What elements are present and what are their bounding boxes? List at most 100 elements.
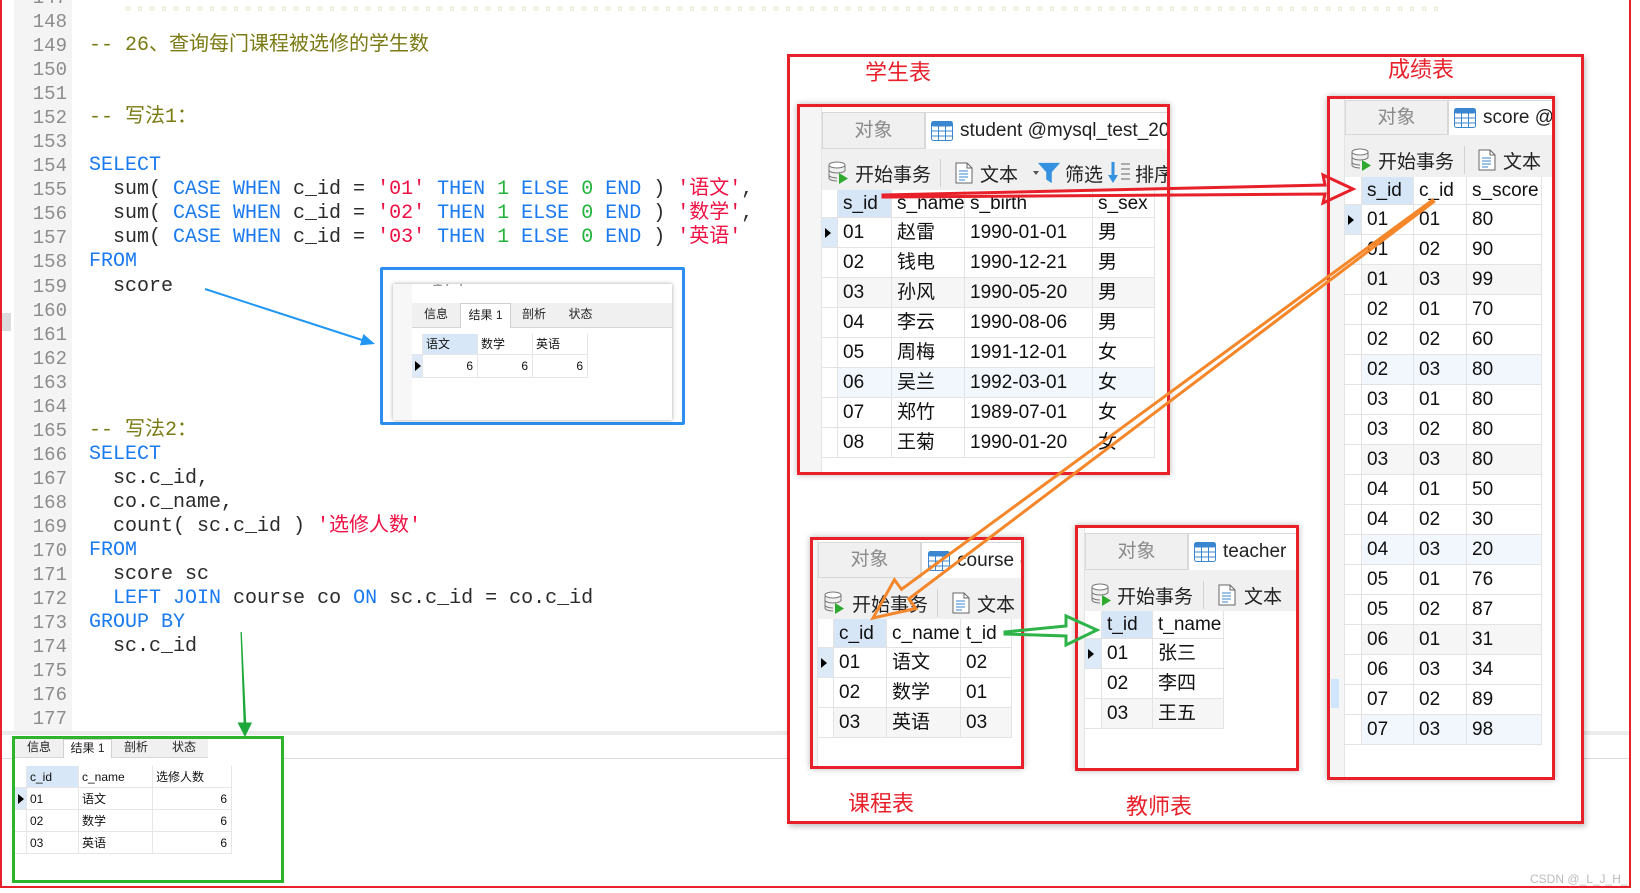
grid-cell[interactable]: 女	[1093, 368, 1155, 398]
text-view-button[interactable]: 文本	[952, 590, 1021, 616]
grid-cell[interactable]: 女	[1093, 428, 1155, 458]
grid-cell[interactable]: 语文	[887, 648, 961, 678]
grid-cell[interactable]: 20	[1467, 535, 1542, 565]
grid-cell[interactable]: 钱电	[892, 248, 965, 278]
column-header[interactable]: s_name	[892, 190, 965, 218]
grid-cell[interactable]: 05	[1362, 565, 1414, 595]
grid-cell[interactable]: 01	[1414, 385, 1467, 415]
grid-cell[interactable]: 数学	[887, 678, 961, 708]
row-header-cell[interactable]	[15, 810, 27, 832]
text-view-button[interactable]: 文本	[955, 160, 1040, 186]
grid-cell[interactable]: 98	[1467, 715, 1542, 745]
result-tab-status[interactable]: 状态	[557, 303, 604, 328]
code-content[interactable]: LEFT JOIN course co ON sc.c_id = co.c_id	[89, 587, 593, 611]
column-header[interactable]: 英语	[533, 334, 588, 355]
column-header[interactable]: 选修人数	[153, 766, 232, 788]
code-content[interactable]: -- 26、查询每门课程被选修的学生数	[89, 34, 429, 58]
grid-cell[interactable]: 80	[1467, 385, 1542, 415]
tab-course-data[interactable]: course @	[921, 542, 1021, 578]
grid-cell[interactable]: 89	[1467, 685, 1542, 715]
grid-cell[interactable]: 1992-03-01	[965, 368, 1093, 398]
tab-objects[interactable]: 对象	[818, 542, 921, 578]
grid-cell[interactable]: 01	[27, 788, 79, 810]
row-header-cell[interactable]	[1345, 625, 1362, 655]
filter-button[interactable]: 筛选	[1037, 160, 1103, 186]
grid-cell[interactable]: 87	[1467, 595, 1542, 625]
result-tab-result-1[interactable]: 结果 1	[63, 739, 112, 758]
grid-cell[interactable]: 02	[838, 248, 892, 278]
grid-cell[interactable]: 04	[1362, 505, 1414, 535]
grid-cell[interactable]: 02	[1414, 235, 1467, 265]
grid-cell[interactable]: 07	[838, 398, 892, 428]
row-header-cell[interactable]	[1345, 565, 1362, 595]
column-header[interactable]: c_id	[27, 766, 79, 788]
grid-cell[interactable]: 03	[1414, 445, 1467, 475]
row-header-cell[interactable]	[1085, 669, 1102, 699]
grid-cell[interactable]: 6	[423, 355, 478, 378]
row-header-cell[interactable]	[1345, 355, 1362, 385]
grid-cell[interactable]: 6	[533, 355, 588, 378]
grid-cell[interactable]: 80	[1467, 415, 1542, 445]
grid-cell[interactable]: 03	[1102, 699, 1153, 729]
code-content[interactable]: count( sc.c_id ) '选修人数'	[89, 515, 421, 539]
grid-cell[interactable]: 03	[1414, 355, 1467, 385]
grid-cell[interactable]: 03	[834, 708, 887, 738]
code-content[interactable]: sc.c_id	[89, 635, 197, 659]
begin-transaction-button[interactable]: 开始事务	[1350, 147, 1454, 173]
begin-transaction-button[interactable]: 开始事务	[823, 590, 928, 616]
grid-cell[interactable]: 女	[1093, 398, 1155, 428]
code-content[interactable]: co.c_name,	[89, 491, 233, 515]
row-header-cell[interactable]	[822, 428, 838, 458]
grid-cell[interactable]: 6	[478, 355, 533, 378]
grid-cell[interactable]: 01	[1102, 639, 1153, 669]
grid-cell[interactable]: 英语	[887, 708, 961, 738]
grid-cell[interactable]: 99	[1467, 265, 1542, 295]
grid-cell[interactable]: 03	[838, 278, 892, 308]
grid-cell[interactable]: 女	[1093, 338, 1155, 368]
grid-cell[interactable]: 01	[1362, 265, 1414, 295]
row-header-cell[interactable]	[818, 708, 834, 738]
text-view-button[interactable]: 文本	[1478, 147, 1552, 173]
grid-cell[interactable]: 1990-01-01	[965, 218, 1093, 248]
grid-cell[interactable]: 李四	[1153, 669, 1224, 699]
code-content[interactable]: sc.c_id,	[89, 467, 209, 491]
row-header-cell[interactable]	[1345, 295, 1362, 325]
row-header-cell[interactable]	[822, 278, 838, 308]
grid-cell[interactable]: 05	[1362, 595, 1414, 625]
row-header-cell[interactable]	[822, 338, 838, 368]
grid-cell[interactable]: 01	[838, 218, 892, 248]
code-content[interactable]: score sc	[89, 563, 209, 587]
grid-cell[interactable]: 03	[1414, 265, 1467, 295]
code-content[interactable]: -- 写法2：	[89, 419, 197, 443]
grid-cell[interactable]: 03	[961, 708, 1012, 738]
grid-cell[interactable]: 02	[1362, 325, 1414, 355]
grid-cell[interactable]: 02	[1414, 595, 1467, 625]
column-header[interactable]: t_name	[1153, 611, 1224, 639]
row-header-cell[interactable]	[1345, 715, 1362, 745]
grid-cell[interactable]: 02	[1362, 295, 1414, 325]
grid-cell[interactable]: 王五	[1153, 699, 1224, 729]
row-header-cell[interactable]	[1345, 655, 1362, 685]
grid-cell[interactable]: 07	[1362, 685, 1414, 715]
row-header-cell[interactable]	[1345, 595, 1362, 625]
grid-cell[interactable]: 1990-01-20	[965, 428, 1093, 458]
row-header-cell[interactable]	[822, 218, 838, 248]
tab-teacher-data[interactable]: teacher	[1188, 533, 1296, 570]
grid-cell[interactable]: 01	[1414, 205, 1467, 235]
grid-cell[interactable]: 孙风	[892, 278, 965, 308]
result-tab-info[interactable]: 信息	[412, 303, 460, 328]
grid-cell[interactable]: 06	[838, 368, 892, 398]
grid-cell[interactable]: 02	[834, 678, 887, 708]
row-header-cell[interactable]	[1345, 235, 1362, 265]
begin-transaction-button[interactable]: 开始事务	[827, 160, 931, 186]
grid-cell[interactable]: 90	[1467, 235, 1542, 265]
code-content[interactable]: sum( CASE WHEN c_id = '03' THEN 1 ELSE 0…	[89, 226, 741, 250]
code-content[interactable]: FROM	[89, 539, 137, 563]
column-header[interactable]: s_id	[838, 190, 892, 218]
grid-cell[interactable]: 张三	[1153, 639, 1224, 669]
grid-cell[interactable]: 语文	[79, 788, 153, 810]
grid-cell[interactable]: 1990-08-06	[965, 308, 1093, 338]
grid-cell[interactable]: 01	[1414, 295, 1467, 325]
grid-cell[interactable]: 01	[1414, 625, 1467, 655]
grid-cell[interactable]: 03	[1362, 415, 1414, 445]
